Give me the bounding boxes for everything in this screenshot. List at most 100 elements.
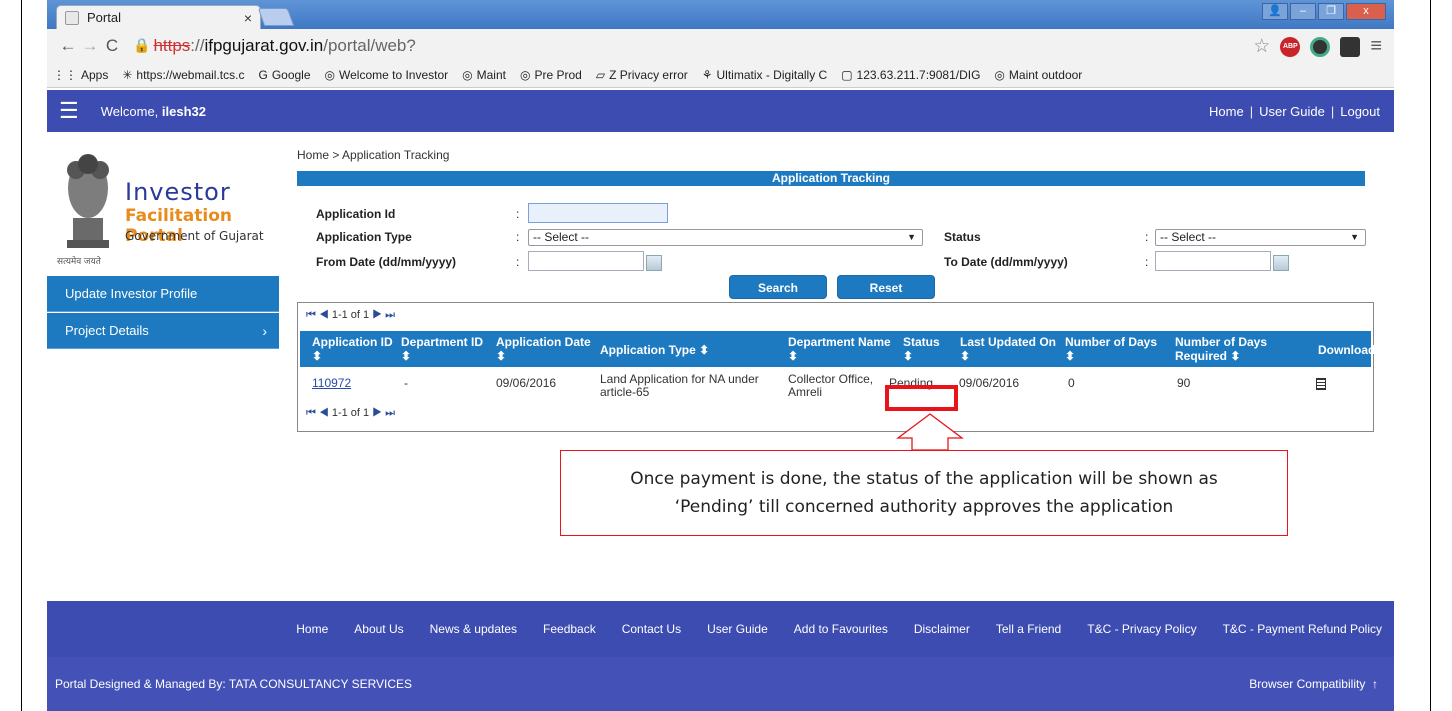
welcome-text: Welcome, ilesh32 bbox=[101, 104, 206, 119]
browser-menu-icon[interactable]: ≡ bbox=[1370, 35, 1382, 58]
application-id-link[interactable]: 110972 bbox=[312, 377, 351, 390]
sort-icon[interactable]: ⬍ bbox=[312, 349, 322, 363]
cell-department-id: - bbox=[404, 376, 408, 390]
download-document-icon[interactable] bbox=[1316, 378, 1326, 390]
close-window-button[interactable]: x bbox=[1346, 3, 1386, 20]
sort-icon[interactable]: ⬍ bbox=[496, 349, 506, 363]
next-page-icon[interactable]: ▶ bbox=[372, 407, 382, 419]
footer-link[interactable]: T&C - Privacy Policy bbox=[1087, 622, 1196, 636]
footer-link[interactable]: Tell a Friend bbox=[996, 622, 1061, 636]
footer-link[interactable]: Add to Favourites bbox=[794, 622, 888, 636]
footer-link[interactable]: Feedback bbox=[543, 622, 596, 636]
col-number-of-days[interactable]: Number of Days ⬍ bbox=[1065, 335, 1157, 363]
new-tab-button[interactable] bbox=[257, 8, 295, 26]
last-page-icon[interactable]: ⏭ bbox=[385, 407, 395, 419]
sidebar-item-update-investor-profile[interactable]: Update Investor Profile bbox=[47, 276, 279, 312]
bookmark-item[interactable]: ⚘ Ultimatix - Digitally C bbox=[702, 68, 827, 82]
first-page-icon[interactable]: ⏮ bbox=[306, 309, 316, 321]
from-date-input[interactable] bbox=[528, 251, 644, 271]
reset-button[interactable]: Reset bbox=[837, 275, 935, 299]
sort-icon[interactable]: ⬍ bbox=[699, 343, 709, 357]
profile-icon[interactable]: 👤 bbox=[1262, 3, 1288, 20]
sort-icon[interactable]: ⬍ bbox=[1230, 349, 1240, 363]
sort-icon[interactable]: ⬍ bbox=[401, 349, 411, 363]
extension-square-icon[interactable] bbox=[1340, 36, 1361, 57]
to-date-label: To Date (dd/mm/yyyy) bbox=[944, 255, 1068, 269]
bookmark-favicon-icon: ◎ bbox=[462, 67, 473, 82]
restore-button[interactable]: ❐ bbox=[1318, 3, 1344, 20]
calendar-icon[interactable] bbox=[1273, 255, 1289, 271]
bookmark-star-icon[interactable]: ☆ bbox=[1253, 35, 1270, 58]
adblock-plus-icon[interactable]: ABP bbox=[1280, 36, 1301, 57]
tab-strip: Portal × 👤 – ❐ x bbox=[47, 0, 1394, 29]
sort-icon[interactable]: ⬍ bbox=[788, 349, 798, 363]
header-link-user-guide[interactable]: User Guide bbox=[1259, 104, 1325, 119]
application-type-select[interactable]: -- Select -- ▼ bbox=[528, 229, 923, 246]
application-id-input[interactable] bbox=[528, 203, 668, 223]
callout-arrow-icon bbox=[896, 413, 964, 451]
col-number-of-days-required[interactable]: Number of Days Required ⬍ bbox=[1175, 335, 1295, 363]
colon: : bbox=[516, 207, 520, 221]
footer-link[interactable]: Disclaimer bbox=[914, 622, 970, 636]
address-bar-row: ← → C 🔒 https :// ifpgujarat.gov.in /por… bbox=[47, 29, 1394, 62]
hamburger-menu-icon[interactable]: ☰ bbox=[59, 100, 79, 122]
calendar-icon[interactable] bbox=[646, 255, 662, 271]
bookmark-item[interactable]: ◎ Welcome to Investor bbox=[325, 68, 449, 82]
prev-page-icon[interactable]: ◀ bbox=[319, 309, 329, 321]
col-application-type[interactable]: Application Type ⬍ bbox=[600, 343, 709, 357]
forward-arrow-icon[interactable]: → bbox=[79, 36, 101, 56]
minimize-button[interactable]: – bbox=[1290, 3, 1316, 20]
scroll-top-arrow-icon[interactable]: ↑ bbox=[1372, 677, 1378, 691]
footer-link[interactable]: User Guide bbox=[707, 622, 768, 636]
sort-icon[interactable]: ⬍ bbox=[1065, 349, 1075, 363]
bookmark-item[interactable]: ◎ Maint outdoor bbox=[994, 68, 1082, 82]
col-department-id[interactable]: Department ID ⬍ bbox=[401, 335, 483, 363]
col-status[interactable]: Status ⬍ bbox=[903, 335, 940, 363]
section-title: Application Tracking bbox=[297, 171, 1365, 186]
status-select[interactable]: -- Select -- ▼ bbox=[1155, 229, 1366, 246]
to-date-input[interactable] bbox=[1155, 251, 1271, 271]
bookmark-item[interactable]: ◎ Maint bbox=[462, 68, 506, 82]
header-separator: | bbox=[1249, 103, 1254, 119]
col-application-date[interactable]: Application Date ⬍ bbox=[496, 335, 591, 363]
dropdown-arrow-icon: ▼ bbox=[907, 232, 916, 242]
search-button[interactable]: Search bbox=[729, 275, 827, 299]
extension-circle-icon[interactable] bbox=[1310, 36, 1331, 57]
footer-link[interactable]: About Us bbox=[354, 622, 403, 636]
bookmark-item[interactable]: ▱ Z Privacy error bbox=[596, 68, 688, 82]
cell-application-date: 09/06/2016 bbox=[496, 376, 557, 390]
reload-icon[interactable]: C bbox=[101, 36, 123, 56]
last-page-icon[interactable]: ⏭ bbox=[385, 309, 395, 321]
sort-icon[interactable]: ⬍ bbox=[903, 349, 913, 363]
next-page-icon[interactable]: ▶ bbox=[372, 309, 382, 321]
footer-link[interactable]: News & updates bbox=[430, 622, 517, 636]
footer-link[interactable]: T&C - Payment Refund Policy bbox=[1223, 622, 1382, 636]
portal-logo[interactable]: सत्यमेव जयते Investor Facilitation Porta… bbox=[55, 138, 275, 268]
browser-compatibility-link[interactable]: Browser Compatibility ↑ bbox=[1249, 677, 1378, 691]
col-last-updated-on[interactable]: Last Updated On ⬍ bbox=[960, 335, 1056, 363]
bookmark-label: https://webmail.tcs.c bbox=[136, 67, 245, 82]
col-application-id[interactable]: Application ID ⬍ bbox=[312, 335, 393, 363]
footer-link[interactable]: Home bbox=[296, 622, 328, 636]
sidebar-item-project-details[interactable]: Project Details › bbox=[47, 313, 279, 349]
column-header-label: Department ID bbox=[401, 335, 484, 349]
logo-line-government: Government of Gujarat bbox=[125, 229, 264, 243]
colon: : bbox=[516, 230, 520, 244]
first-page-icon[interactable]: ⏮ bbox=[306, 407, 316, 419]
prev-page-icon[interactable]: ◀ bbox=[319, 407, 329, 419]
footer-link[interactable]: Contact Us bbox=[622, 622, 681, 636]
col-department-name[interactable]: Department Name ⬍ bbox=[788, 335, 891, 363]
bookmark-item[interactable]: ⋮⋮ Apps bbox=[53, 68, 108, 82]
bookmark-item[interactable]: ▢ 123.63.211.7:9081/DIG bbox=[841, 68, 980, 82]
bookmark-item[interactable]: ◎ Pre Prod bbox=[520, 68, 582, 82]
browser-tab[interactable]: Portal × bbox=[56, 5, 261, 29]
bookmark-item[interactable]: G Google bbox=[258, 68, 310, 82]
url-field[interactable]: 🔒 https :// ifpgujarat.gov.in /portal/we… bbox=[133, 36, 416, 56]
close-tab-icon[interactable]: × bbox=[244, 10, 252, 26]
bookmark-item[interactable]: ✳ https://webmail.tcs.c bbox=[122, 68, 244, 82]
back-arrow-icon[interactable]: ← bbox=[57, 36, 79, 56]
header-link-logout[interactable]: Logout bbox=[1340, 104, 1380, 119]
sidebar: सत्यमेव जयते Investor Facilitation Porta… bbox=[47, 132, 279, 611]
header-link-home[interactable]: Home bbox=[1209, 104, 1244, 119]
sort-icon[interactable]: ⬍ bbox=[960, 349, 970, 363]
